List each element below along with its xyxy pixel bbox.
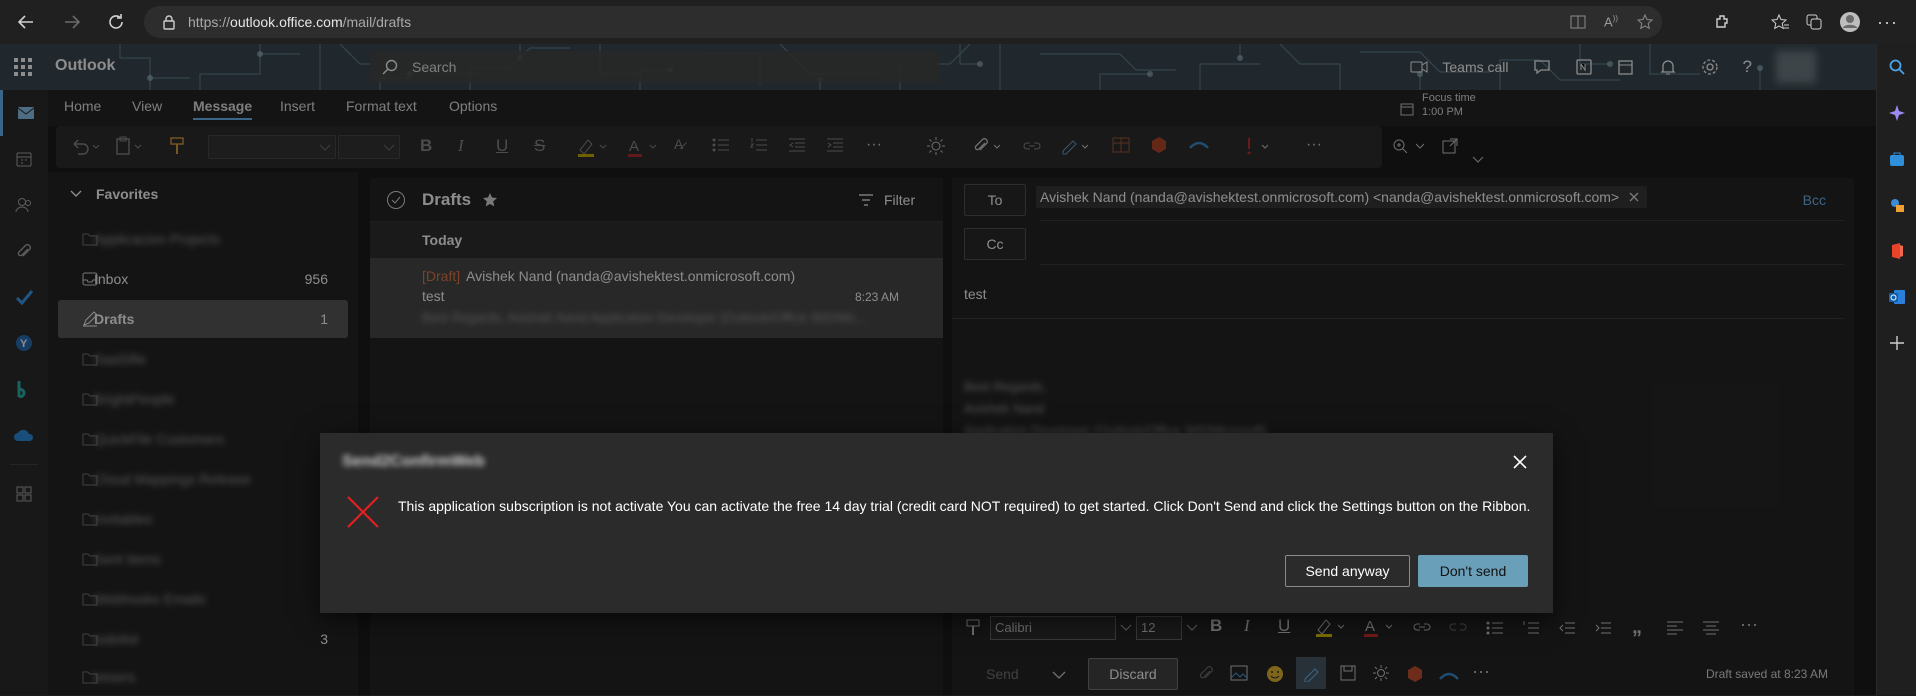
send2confirm-dialog: Send2ConfirmWeb This application subscri…	[320, 433, 1553, 613]
url-text: https://outlook.office.com/mail/drafts	[188, 14, 412, 30]
address-bar[interactable]: https://outlook.office.com/mail/drafts A…	[144, 6, 1662, 38]
extensions-icon[interactable]	[1713, 13, 1731, 31]
more-icon[interactable]: ···	[1877, 12, 1898, 33]
collections-icon[interactable]	[1805, 13, 1823, 31]
favorites-icon[interactable]	[1771, 13, 1790, 31]
forward-icon[interactable]	[54, 4, 90, 40]
back-icon[interactable]	[8, 4, 44, 40]
split-screen-icon[interactable]	[1570, 14, 1586, 30]
close-icon[interactable]	[1513, 455, 1527, 469]
tools-icon[interactable]	[1877, 182, 1916, 228]
favorite-add-icon[interactable]	[1636, 13, 1654, 31]
error-icon	[346, 495, 380, 529]
edge-sidebar	[1876, 44, 1916, 695]
dialog-message: This application subscription is not act…	[398, 498, 1531, 514]
shopping-icon[interactable]	[1877, 136, 1916, 182]
browser-toolbar: https://outlook.office.com/mail/drafts A…	[0, 0, 1916, 44]
dialog-title: Send2ConfirmWeb	[342, 453, 485, 470]
add-icon[interactable]	[1877, 320, 1916, 366]
search-icon[interactable]	[1877, 44, 1916, 90]
lock-icon[interactable]	[162, 14, 176, 30]
dont-send-button[interactable]: Don't send	[1418, 555, 1528, 587]
profile-avatar[interactable]	[1839, 11, 1861, 33]
refresh-icon[interactable]	[98, 4, 134, 40]
read-aloud-icon[interactable]: A))	[1604, 14, 1618, 29]
outlook-icon[interactable]	[1877, 274, 1916, 320]
send-anyway-button[interactable]: Send anyway	[1285, 555, 1410, 587]
copilot-icon[interactable]	[1877, 90, 1916, 136]
office-icon[interactable]	[1877, 228, 1916, 274]
